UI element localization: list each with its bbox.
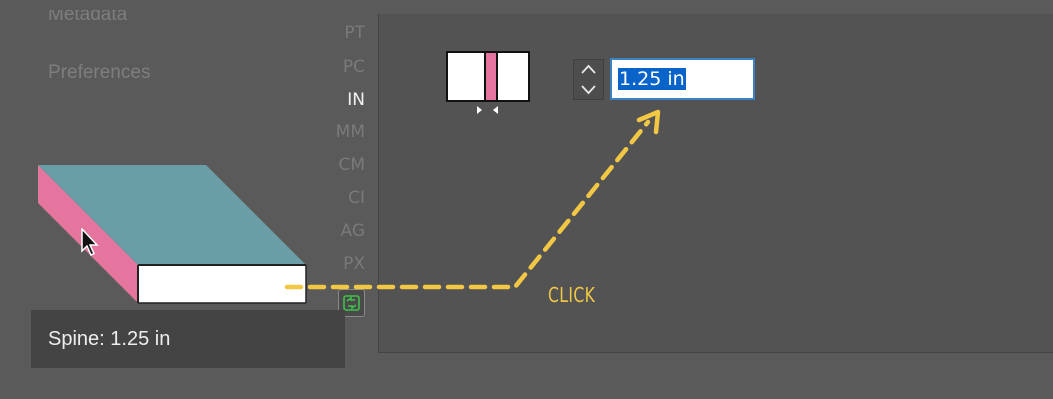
pointer-cursor-icon	[81, 228, 99, 257]
chevron-up-icon	[581, 64, 596, 74]
spine-stepper[interactable]	[573, 59, 604, 100]
spine-preview-band	[484, 53, 498, 100]
sidebar-item-label: Metadata	[48, 4, 128, 25]
click-arrow-annotation	[284, 109, 661, 290]
unit-option-pc[interactable]: PC	[325, 57, 365, 77]
click-annotation-label: CLICK	[548, 283, 596, 307]
book-illustration	[38, 165, 307, 304]
spine-width-input[interactable]: 1.25 in	[610, 58, 755, 100]
spine-preview-diagram	[446, 51, 530, 102]
unit-option-pt[interactable]: PT	[325, 23, 365, 43]
chevron-down-icon	[581, 84, 596, 94]
sidebar-item-label: Preferences	[48, 62, 151, 83]
sidebar-item-preferences[interactable]: Preferences	[48, 62, 150, 84]
stepper-up-button[interactable]	[574, 60, 603, 80]
sidebar-item-metadata[interactable]: Metadata	[48, 4, 128, 26]
stepper-down-button[interactable]	[574, 80, 603, 100]
spine-width-value: 1.25 in	[618, 68, 686, 90]
spine-tooltip: Spine: 1.25 in	[31, 310, 345, 368]
